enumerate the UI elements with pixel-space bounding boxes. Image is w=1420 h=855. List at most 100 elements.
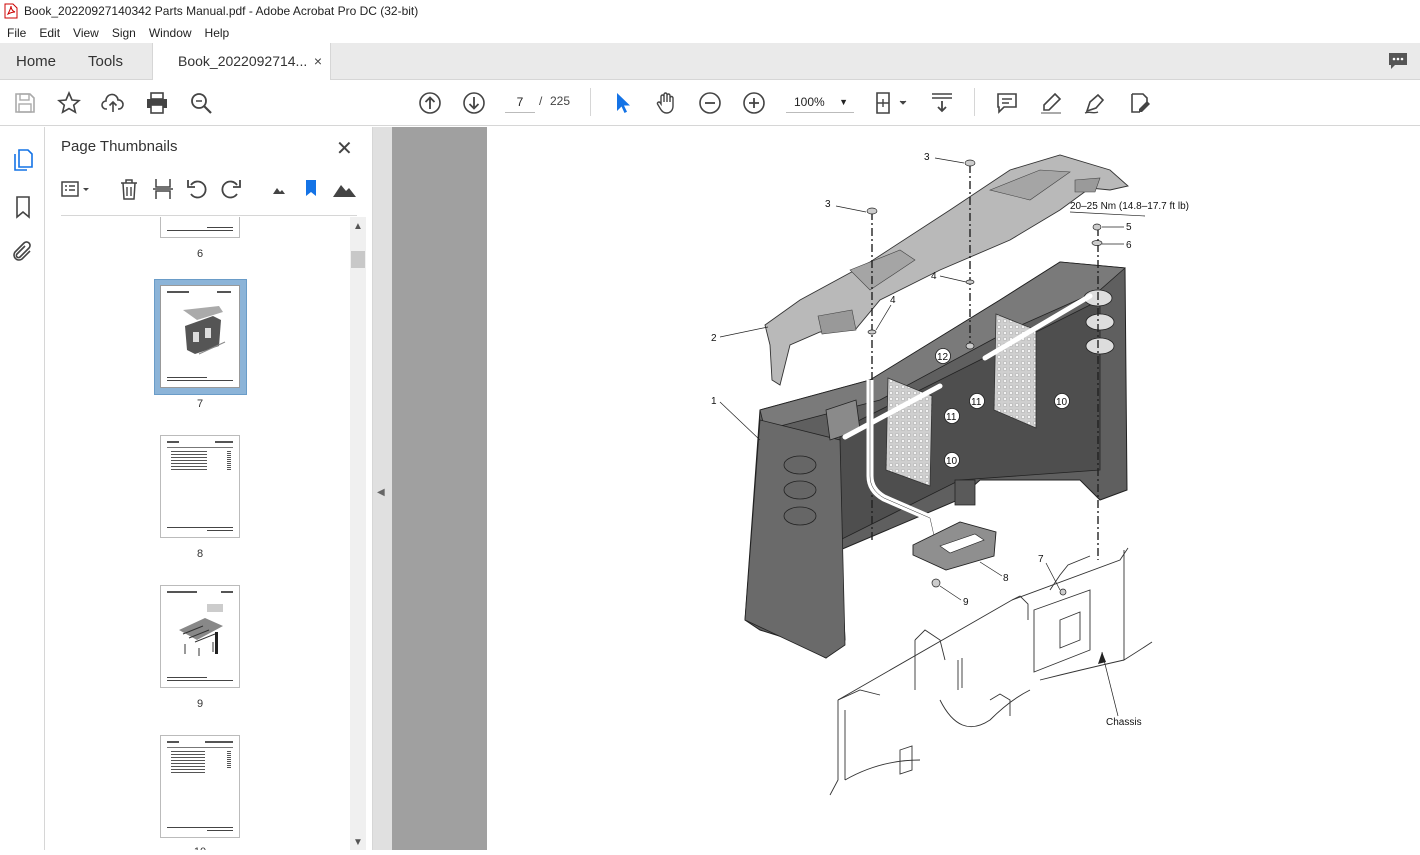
zoom-search-icon[interactable]: [189, 91, 213, 115]
comment-bubble-icon[interactable]: [1388, 52, 1408, 70]
scroll-mode-icon[interactable]: [930, 91, 954, 115]
page-thumbnails-panel: Page Thumbnails ✕ 6 7 8 9 ▲ ▼: [45, 127, 373, 850]
callout-8: 8: [1003, 573, 1009, 584]
thumbnail-label: 6: [196, 248, 204, 260]
zoom-in-icon[interactable]: [742, 91, 766, 115]
thumbnail-page-7[interactable]: [160, 285, 240, 388]
thumbnail-label: 8: [196, 548, 204, 560]
next-page-icon[interactable]: [462, 91, 486, 115]
save-icon[interactable]: [13, 91, 37, 115]
attachment-paperclip-icon[interactable]: [11, 240, 35, 264]
small-thumbnails-icon[interactable]: [267, 177, 291, 201]
torque-spec-label: 20–25 Nm (14.8–17.7 ft lb): [1070, 201, 1189, 212]
thumbnail-label: 7: [196, 398, 204, 410]
callout-9: 9: [963, 597, 969, 608]
large-thumbnails-icon[interactable]: [331, 177, 359, 201]
callout-5: 5: [1126, 222, 1132, 233]
thumbnail-toolbar: [59, 177, 359, 201]
menu-view[interactable]: View: [66, 26, 105, 40]
sign-pen-icon[interactable]: [1083, 91, 1107, 115]
callout-11: 11: [946, 412, 957, 423]
thumbnail-label: 10: [190, 846, 210, 850]
thumbnail-list: 6 7 8 9: [45, 217, 350, 850]
scroll-down-arrow-icon[interactable]: ▼: [353, 837, 363, 848]
pdf-file-icon: [4, 3, 18, 19]
chassis-arrow: [1098, 652, 1106, 664]
previous-page-icon[interactable]: [418, 91, 442, 115]
options-menu-icon[interactable]: [59, 177, 93, 201]
split-pages-icon[interactable]: [151, 177, 175, 201]
page-fit-icon[interactable]: [874, 91, 910, 115]
page-thumbnails-icon[interactable]: [11, 148, 35, 172]
menu-sign[interactable]: Sign: [105, 26, 142, 40]
callout-7: 7: [1038, 554, 1044, 565]
chevron-down-icon: ▼: [839, 97, 848, 107]
hand-tool-icon[interactable]: [654, 91, 678, 115]
title-bar: Book_20220927140342 Parts Manual.pdf - A…: [0, 0, 1420, 22]
menu-edit[interactable]: Edit: [32, 26, 66, 40]
close-panel-icon[interactable]: ✕: [336, 136, 353, 161]
scroll-up-arrow-icon[interactable]: ▲: [353, 221, 363, 232]
menu-help[interactable]: Help: [198, 26, 236, 40]
rotate-clockwise-icon[interactable]: [219, 177, 243, 201]
print-icon[interactable]: [145, 91, 169, 115]
tab-tools[interactable]: Tools: [88, 43, 123, 80]
page-separator: /: [539, 94, 543, 108]
rotate-counterclockwise-icon[interactable]: [185, 177, 209, 201]
upload-cloud-icon[interactable]: [101, 91, 125, 115]
thumbnail-page-10[interactable]: [160, 735, 240, 838]
callout-3: 3: [825, 199, 831, 210]
select-cursor-icon[interactable]: [610, 91, 634, 115]
zoom-level-select[interactable]: 100% ▼: [786, 91, 854, 113]
handle-part: [912, 521, 997, 571]
comment-icon[interactable]: [995, 91, 1019, 115]
chassis-outline: [829, 547, 1153, 796]
zoom-out-icon[interactable]: [698, 91, 722, 115]
collapse-panel-icon[interactable]: ◀: [377, 487, 385, 498]
callout-3: 3: [924, 152, 930, 163]
star-icon[interactable]: [57, 90, 81, 115]
fill-sign-icon[interactable]: [1127, 91, 1151, 115]
thumbnail-label: 9: [196, 698, 204, 710]
callout-11: 11: [971, 397, 982, 408]
document-viewport: ◀ 2 1 3 3 4 4 20–25 Nm (14.8–17.7 ft lb)…: [373, 127, 1420, 850]
callout-12: 12: [937, 352, 949, 363]
zoom-level-value: 100%: [794, 95, 825, 109]
callout-6: 6: [1126, 240, 1132, 251]
callout-4: 4: [931, 271, 937, 282]
thumbnail-page-8[interactable]: [160, 435, 240, 538]
highlight-pen-icon[interactable]: [1039, 91, 1063, 115]
thumbnail-page-6[interactable]: [160, 217, 240, 238]
thumbnail-scrollbar[interactable]: ▲ ▼: [350, 217, 366, 850]
pdf-page: 2 1 3 3 4 4 20–25 Nm (14.8–17.7 ft lb) 5…: [487, 127, 1420, 850]
panel-divider: [61, 215, 357, 216]
tab-document-label: Book_2022092714...: [178, 53, 308, 69]
window-title: Book_20220927140342 Parts Manual.pdf - A…: [24, 4, 419, 18]
tab-document[interactable]: Book_2022092714... ×: [152, 43, 331, 81]
tab-bar: Home Tools Book_2022092714... ×: [0, 43, 1420, 81]
menu-window[interactable]: Window: [142, 26, 198, 40]
main-toolbar: 7 / 225 100% ▼: [0, 80, 1420, 126]
callout-10: 10: [1056, 397, 1068, 408]
scrollbar-thumb[interactable]: [351, 251, 365, 268]
navigation-rail: [0, 127, 45, 850]
thumbnail-page-9[interactable]: [160, 585, 240, 688]
callout-2: 2: [711, 333, 717, 344]
close-tab-icon[interactable]: ×: [314, 43, 322, 80]
page-gutter: [392, 127, 487, 850]
tab-home[interactable]: Home: [16, 43, 56, 80]
menu-file[interactable]: File: [0, 26, 32, 40]
callout-10: 10: [946, 456, 958, 467]
page-total: 225: [550, 94, 571, 108]
bookmark-icon[interactable]: [11, 195, 35, 219]
parts-exploded-diagram: 2 1 3 3 4 4 20–25 Nm (14.8–17.7 ft lb) 5…: [711, 152, 1189, 796]
delete-trash-icon[interactable]: [117, 177, 141, 201]
toolbar-divider: [974, 88, 975, 116]
toolbar-divider: [590, 88, 591, 116]
bookmark-marker-icon[interactable]: [299, 177, 323, 201]
page-number-input[interactable]: 7: [505, 91, 535, 113]
callout-4: 4: [890, 295, 896, 306]
panel-title: Page Thumbnails: [61, 138, 178, 155]
chassis-label: Chassis: [1106, 717, 1142, 728]
menu-bar: File Edit View Sign Window Help: [0, 22, 1420, 43]
